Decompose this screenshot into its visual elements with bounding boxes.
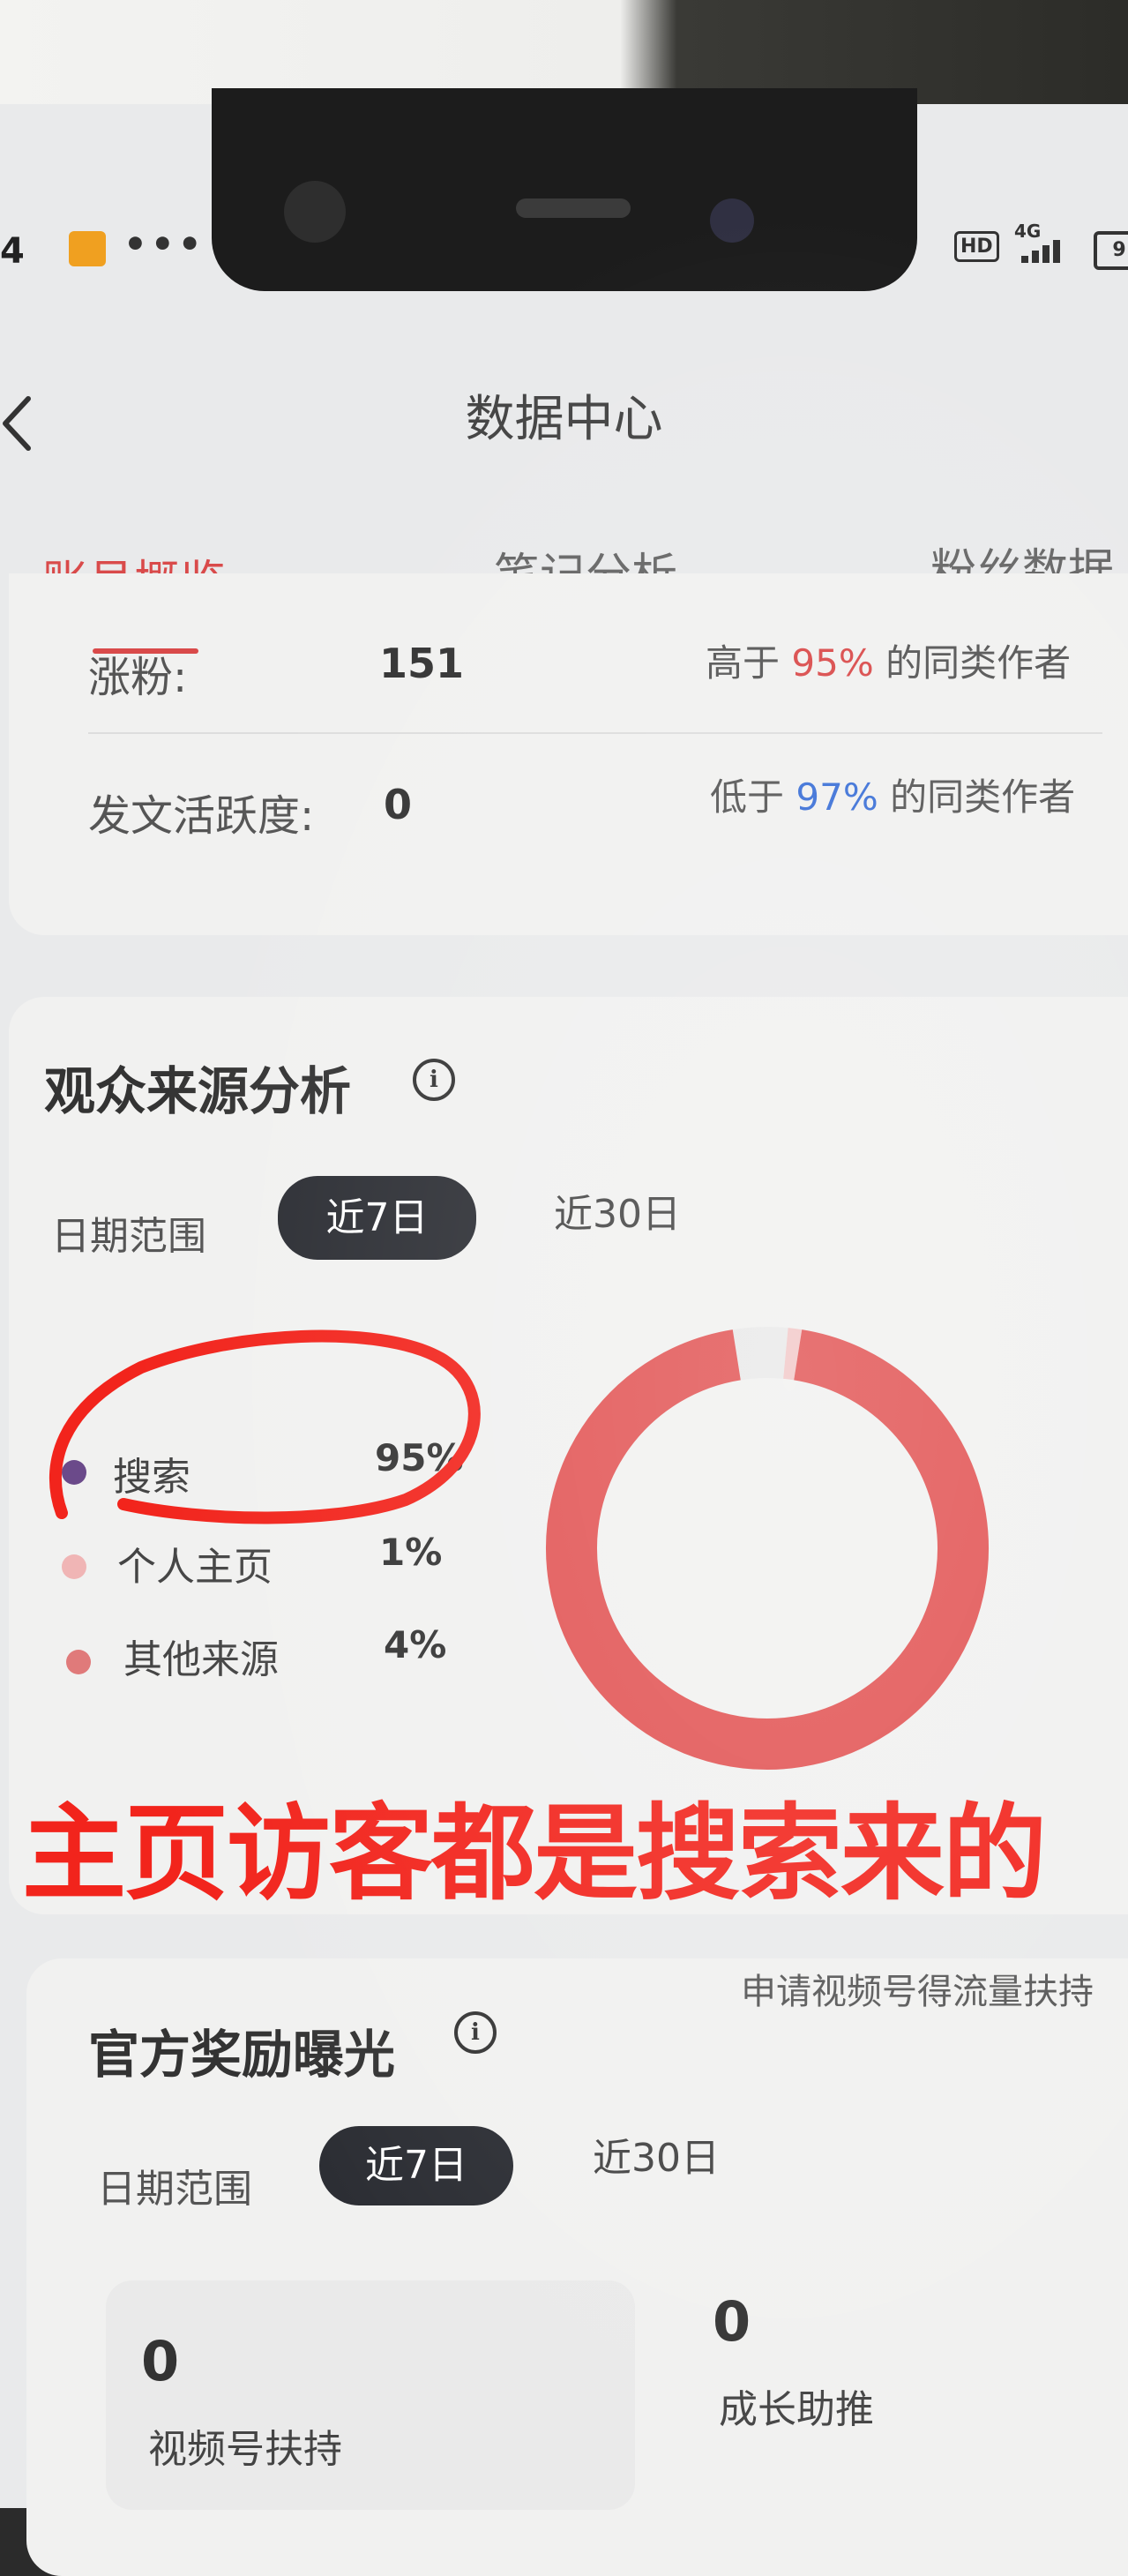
audience-donut-chart [546, 1327, 989, 1770]
legend-dot-homepage [62, 1554, 86, 1579]
range-30d-button[interactable]: 近30日 [593, 2126, 720, 2183]
info-icon[interactable]: i [413, 1059, 455, 1101]
stat-label-video: 视频号扶持 [148, 2427, 342, 2472]
stat-value-growth: 0 [713, 2289, 751, 2354]
audience-section-title: 观众来源分析 [44, 1061, 352, 1121]
legend-label-other: 其他来源 [123, 1637, 279, 1682]
compare-prefix: 高于 [706, 641, 781, 685]
row-divider [88, 732, 1102, 734]
signal-icon [1014, 236, 1076, 263]
legend-label-homepage: 个人主页 [117, 1545, 273, 1590]
status-time: 4 [0, 231, 25, 272]
range-7d-button[interactable]: 近7日 [319, 2126, 513, 2205]
battery-icon: 9 [1094, 231, 1128, 270]
row-value-activity: 0 [384, 781, 413, 828]
donut-slice-1 [546, 1327, 989, 1770]
donut-slice-2 [546, 1327, 989, 1770]
row-label-activity: 发文活跃度: [88, 791, 315, 841]
row-value-fans: 151 [379, 640, 465, 687]
legend-pct-other: 4% [384, 1623, 447, 1666]
page-title: 数据中心 [465, 391, 663, 448]
speaker-grille [516, 198, 631, 218]
sensor-icon [710, 198, 754, 243]
range-30d-button[interactable]: 近30日 [554, 1182, 681, 1239]
compare-pct: 95% [791, 641, 874, 685]
compare-prefix: 低于 [710, 775, 785, 819]
annotation-circle [49, 1329, 481, 1524]
stat-box-video[interactable] [106, 2280, 635, 2510]
row-compare-fans: 高于 95% 的同类作者 [706, 633, 1071, 687]
row-compare-activity: 低于 97% 的同类作者 [710, 768, 1075, 821]
date-range-label: 日期范围 [97, 2167, 252, 2212]
range-7d-button[interactable]: 近7日 [278, 1176, 476, 1260]
info-icon[interactable]: i [454, 2011, 497, 2054]
row-label-fans: 涨粉: [88, 653, 188, 702]
stat-value-video: 0 [141, 2329, 180, 2393]
overview-card [9, 573, 1128, 935]
legend-pct-homepage: 1% [379, 1531, 443, 1574]
annotation-text: 主页访客都是搜索来的 [22, 1793, 1047, 1914]
hd-badge: HD [954, 231, 999, 262]
compare-pct: 97% [796, 775, 878, 819]
stat-label-growth: 成长助推 [719, 2387, 874, 2432]
notification-app-icon [69, 231, 106, 266]
donut-slice-0 [546, 1327, 989, 1770]
compare-suffix: 的同类作者 [885, 641, 1072, 685]
compare-suffix: 的同类作者 [890, 775, 1076, 819]
rewards-section-title: 官方奖励曝光 [88, 2025, 396, 2085]
camera-icon [284, 181, 346, 243]
date-range-label: 日期范围 [51, 1214, 206, 1259]
apply-video-link[interactable]: 申请视频号得流量扶持 [741, 1963, 1094, 2014]
status-more-dots: ••• [123, 222, 205, 266]
legend-dot-other [66, 1650, 91, 1674]
